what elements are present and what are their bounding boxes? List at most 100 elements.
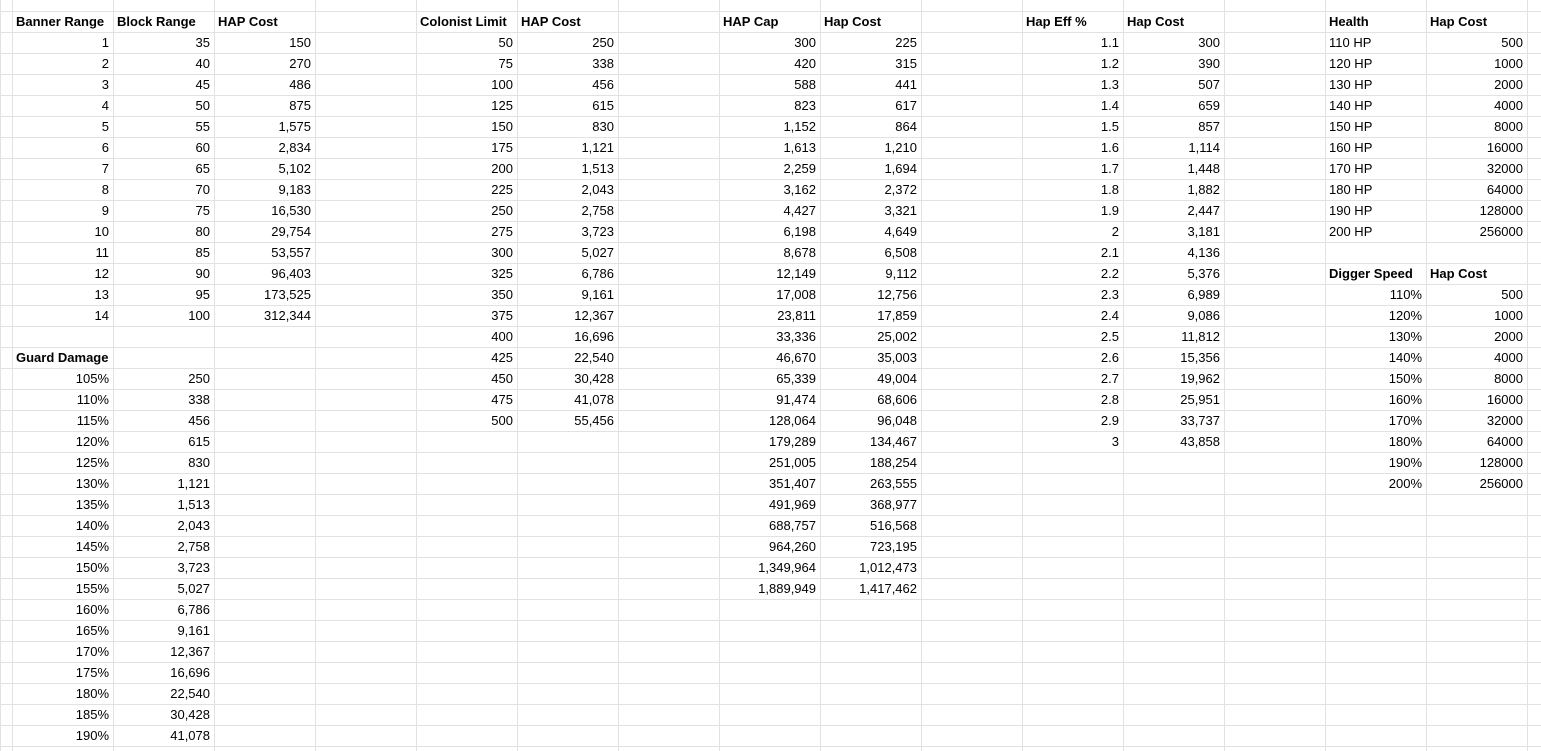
cell-hap-eff[interactable]: 2.9 bbox=[1022, 410, 1123, 431]
cell-banner-hap-cost[interactable]: 312,344 bbox=[214, 305, 315, 326]
cell-hap-eff[interactable]: 2.3 bbox=[1022, 284, 1123, 305]
cell-hap-cap[interactable]: 1,152 bbox=[719, 116, 820, 137]
cell-hap-cap[interactable]: 491,969 bbox=[719, 494, 820, 515]
cell-colonist-limit[interactable]: 175 bbox=[416, 137, 517, 158]
cell-hap-eff[interactable]: 1.6 bbox=[1022, 137, 1123, 158]
cell-health-cost[interactable]: 1000 bbox=[1426, 53, 1527, 74]
cell-hap-cap[interactable]: 351,407 bbox=[719, 473, 820, 494]
cell-hap-eff[interactable]: 1.2 bbox=[1022, 53, 1123, 74]
cell-digger-cost[interactable]: 8000 bbox=[1426, 368, 1527, 389]
cell-hap-cap-cost[interactable]: 17,859 bbox=[820, 305, 921, 326]
cell-colonist-limit[interactable]: 250 bbox=[416, 200, 517, 221]
cell-digger-speed[interactable]: 140% bbox=[1325, 347, 1426, 368]
header-cell-hap-cost[interactable]: Hap Cost bbox=[1123, 11, 1224, 32]
cell-hap-cap-cost[interactable]: 3,321 bbox=[820, 200, 921, 221]
cell-digger-speed[interactable]: 170% bbox=[1325, 410, 1426, 431]
cell-guard-damage[interactable]: 110% bbox=[12, 389, 113, 410]
cell-digger-speed[interactable]: 160% bbox=[1325, 389, 1426, 410]
cell-digger-speed[interactable]: 110% bbox=[1325, 284, 1426, 305]
cell-colonist-limit[interactable]: 450 bbox=[416, 368, 517, 389]
cell-colonist-cost[interactable]: 2,043 bbox=[517, 179, 618, 200]
cell-hap-cap-cost[interactable]: 4,649 bbox=[820, 221, 921, 242]
cell-banner-range[interactable]: 5 bbox=[12, 116, 113, 137]
cell-health-cost[interactable]: 128000 bbox=[1426, 200, 1527, 221]
cell-block-range[interactable]: 85 bbox=[113, 242, 214, 263]
cell-hap-cap[interactable]: 1,613 bbox=[719, 137, 820, 158]
cell-colonist-cost[interactable]: 30,428 bbox=[517, 368, 618, 389]
cell-hap-cap[interactable]: 4,427 bbox=[719, 200, 820, 221]
cell-health[interactable]: 140 HP bbox=[1325, 95, 1426, 116]
cell-guard-cost[interactable]: 30,428 bbox=[113, 704, 214, 725]
cell-colonist-limit[interactable]: 100 bbox=[416, 74, 517, 95]
cell-hap-cap-cost[interactable]: 1,417,462 bbox=[820, 578, 921, 599]
cell-hap-eff-cost[interactable]: 43,858 bbox=[1123, 431, 1224, 452]
cell-colonist-limit[interactable]: 125 bbox=[416, 95, 517, 116]
cell-colonist-cost[interactable]: 250 bbox=[517, 32, 618, 53]
cell-colonist-limit[interactable]: 200 bbox=[416, 158, 517, 179]
cell-health-cost[interactable]: 2000 bbox=[1426, 74, 1527, 95]
cell-digger-cost[interactable]: 64000 bbox=[1426, 431, 1527, 452]
cell-hap-eff[interactable]: 1.7 bbox=[1022, 158, 1123, 179]
cell-digger-speed[interactable]: 150% bbox=[1325, 368, 1426, 389]
cell-guard-damage[interactable]: 120% bbox=[12, 431, 113, 452]
cell-hap-cap[interactable]: 300 bbox=[719, 32, 820, 53]
cell-guard-damage[interactable]: 125% bbox=[12, 452, 113, 473]
cell-colonist-limit[interactable]: 50 bbox=[416, 32, 517, 53]
cell-hap-cap-cost[interactable]: 2,372 bbox=[820, 179, 921, 200]
cell-guard-cost[interactable]: 6,786 bbox=[113, 599, 214, 620]
cell-hap-cap-cost[interactable]: 315 bbox=[820, 53, 921, 74]
cell-hap-cap-cost[interactable]: 35,003 bbox=[820, 347, 921, 368]
cell-colonist-cost[interactable]: 615 bbox=[517, 95, 618, 116]
cell-block-range[interactable]: 100 bbox=[113, 305, 214, 326]
cell-hap-eff[interactable]: 1.1 bbox=[1022, 32, 1123, 53]
cell-hap-eff[interactable]: 2 bbox=[1022, 221, 1123, 242]
cell-digger-cost[interactable]: 500 bbox=[1426, 284, 1527, 305]
cell-block-range[interactable]: 80 bbox=[113, 221, 214, 242]
cell-colonist-cost[interactable]: 3,723 bbox=[517, 221, 618, 242]
cell-colonist-limit[interactable]: 425 bbox=[416, 347, 517, 368]
cell-health[interactable]: 150 HP bbox=[1325, 116, 1426, 137]
header-cell-hap-eff[interactable]: Hap Eff % bbox=[1022, 11, 1123, 32]
cell-guard-damage[interactable]: 145% bbox=[12, 536, 113, 557]
cell-digger-speed[interactable]: 180% bbox=[1325, 431, 1426, 452]
cell-hap-eff-cost[interactable]: 507 bbox=[1123, 74, 1224, 95]
cell-guard-cost[interactable]: 12,367 bbox=[113, 641, 214, 662]
cell-colonist-limit[interactable]: 350 bbox=[416, 284, 517, 305]
cell-guard-damage[interactable]: 190% bbox=[12, 725, 113, 746]
cell-colonist-limit[interactable]: 275 bbox=[416, 221, 517, 242]
cell-guard-damage[interactable]: 115% bbox=[12, 410, 113, 431]
cell-colonist-cost[interactable]: 6,786 bbox=[517, 263, 618, 284]
cell-colonist-cost[interactable]: 9,161 bbox=[517, 284, 618, 305]
cell-hap-cap[interactable]: 128,064 bbox=[719, 410, 820, 431]
cell-colonist-cost[interactable]: 16,696 bbox=[517, 326, 618, 347]
cell-hap-eff[interactable]: 1.9 bbox=[1022, 200, 1123, 221]
cell-guard-cost[interactable]: 456 bbox=[113, 410, 214, 431]
cell-banner-hap-cost[interactable]: 96,403 bbox=[214, 263, 315, 284]
cell-banner-hap-cost[interactable]: 9,183 bbox=[214, 179, 315, 200]
cell-hap-cap[interactable]: 91,474 bbox=[719, 389, 820, 410]
cell-banner-hap-cost[interactable]: 875 bbox=[214, 95, 315, 116]
header-cell-digger-speed[interactable]: Digger Speed bbox=[1325, 263, 1426, 284]
cell-colonist-cost[interactable]: 22,540 bbox=[517, 347, 618, 368]
cell-banner-range[interactable]: 12 bbox=[12, 263, 113, 284]
cell-colonist-cost[interactable]: 338 bbox=[517, 53, 618, 74]
cell-health[interactable]: 120 HP bbox=[1325, 53, 1426, 74]
cell-digger-speed[interactable]: 120% bbox=[1325, 305, 1426, 326]
cell-hap-eff-cost[interactable]: 1,448 bbox=[1123, 158, 1224, 179]
cell-colonist-limit[interactable]: 75 bbox=[416, 53, 517, 74]
cell-banner-range[interactable]: 6 bbox=[12, 137, 113, 158]
cell-banner-hap-cost[interactable]: 173,525 bbox=[214, 284, 315, 305]
cell-guard-damage[interactable]: 150% bbox=[12, 557, 113, 578]
cell-hap-eff-cost[interactable]: 5,376 bbox=[1123, 263, 1224, 284]
cell-hap-eff-cost[interactable]: 300 bbox=[1123, 32, 1224, 53]
cell-health[interactable]: 160 HP bbox=[1325, 137, 1426, 158]
cell-banner-range[interactable]: 3 bbox=[12, 74, 113, 95]
cell-block-range[interactable]: 60 bbox=[113, 137, 214, 158]
cell-hap-eff-cost[interactable]: 2,447 bbox=[1123, 200, 1224, 221]
cell-hap-eff-cost[interactable]: 33,737 bbox=[1123, 410, 1224, 431]
cell-hap-cap[interactable]: 33,336 bbox=[719, 326, 820, 347]
header-cell-health[interactable]: Health bbox=[1325, 11, 1426, 32]
cell-hap-eff-cost[interactable]: 9,086 bbox=[1123, 305, 1224, 326]
cell-hap-cap-cost[interactable]: 68,606 bbox=[820, 389, 921, 410]
cell-hap-eff-cost[interactable]: 3,181 bbox=[1123, 221, 1224, 242]
